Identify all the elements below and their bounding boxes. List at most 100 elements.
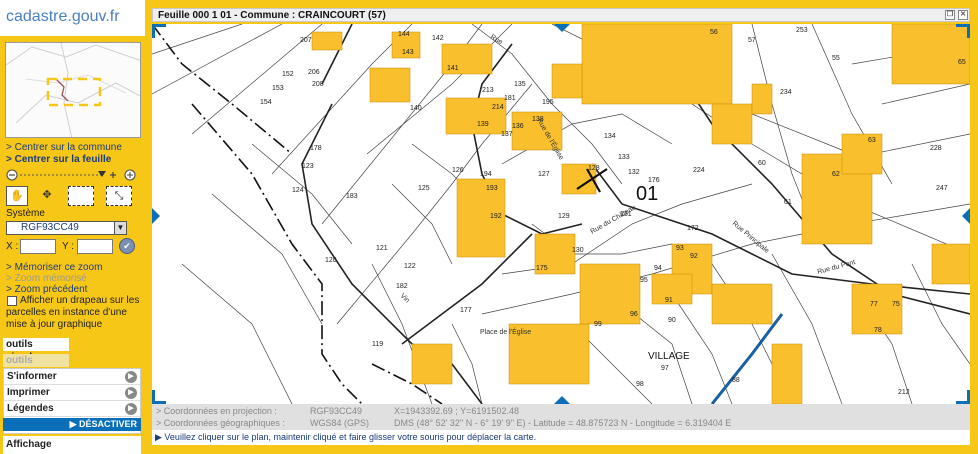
tool-inform[interactable]: S'informer ▶ <box>4 369 140 385</box>
systeme-select[interactable]: RGF93CC49 ▼ <box>6 221 127 235</box>
parcel-number: 94 <box>654 265 662 272</box>
geo-values: DMS (48° 52' 32'' N - 6° 19' 9'' E) - La… <box>394 418 732 428</box>
zoom-box-icon[interactable] <box>68 186 94 206</box>
zoom-extent-icon[interactable]: ⤡ <box>106 186 132 206</box>
tool-inform-label: S'informer <box>7 371 57 382</box>
parcel-number: 142 <box>432 35 444 42</box>
projection-coordinates: > Coordonnées en projection : RGF93CC49 X=… <box>156 406 519 416</box>
geo-system: WGS84 (GPS) <box>310 418 370 428</box>
parcel-number: 60 <box>758 160 766 167</box>
sheet-title-bar: Feuille 000 1 01 - Commune : CRAINCOURT … <box>152 8 970 22</box>
restore-window-icon[interactable]: ❐ <box>945 10 955 20</box>
street-name: Rue du Château <box>590 204 638 236</box>
parcel-number: 182 <box>396 283 408 290</box>
parcel-number: 137 <box>501 131 513 138</box>
parcel-number: 152 <box>282 71 294 78</box>
parcel-number: 126 <box>452 167 464 174</box>
center-commune-link[interactable]: > Centrer sur la commune <box>6 142 122 153</box>
hand-pan-icon[interactable]: ✋ <box>6 186 28 206</box>
memorized-zoom-link: > Zoom mémorisé <box>6 273 87 284</box>
map-corner-bottom-left <box>152 390 166 404</box>
display-panel: Affichage <box>3 436 141 454</box>
tool-print-label: Imprimer <box>7 387 50 398</box>
cadastral-map[interactable]: 207 206 208 152 153 154 144 142 143 141 … <box>152 24 970 404</box>
play-icon: ▶ <box>125 371 137 383</box>
parcel-number: 56 <box>710 29 718 36</box>
drag-hint: ▶ Veuillez cliquer sur le plan, mainteni… <box>152 430 970 445</box>
play-icon: ▶ <box>125 387 137 399</box>
y-coordinate-input[interactable] <box>77 239 113 254</box>
parcel-number: 144 <box>398 31 410 38</box>
parcel-number: 208 <box>312 81 324 88</box>
zoom-slider-graphic <box>6 169 136 181</box>
parcel-number: 136 <box>512 123 524 130</box>
parcel-number: 135 <box>514 81 526 88</box>
tab-simple-tools[interactable]: outils simples <box>3 338 69 363</box>
map-corner-top-left <box>152 24 166 38</box>
parcel-number: 125 <box>418 185 430 192</box>
parcel-number: 124 <box>292 187 304 194</box>
parcel-number: 129 <box>558 213 570 220</box>
parcel-number: 192 <box>490 213 502 220</box>
parcel-number: 61 <box>784 199 792 206</box>
parcel-number: 139 <box>477 121 489 128</box>
sheet-label: 01 <box>636 183 658 205</box>
parcel-number: 175 <box>536 265 548 272</box>
parcel-number: 88 <box>732 377 740 384</box>
parcel-number: 181 <box>504 95 516 102</box>
parcel-number: 195 <box>542 99 554 106</box>
projection-label: > Coordonnées en projection : <box>156 406 277 416</box>
y-label: Y : <box>62 241 75 252</box>
overview-map[interactable] <box>5 42 141 138</box>
parcel-number: 213 <box>482 87 494 94</box>
parcel-number: 178 <box>310 145 322 152</box>
parcel-number: 123 <box>302 163 314 170</box>
logo[interactable]: cadastre.gouv.fr <box>6 8 120 26</box>
pan-right-arrow-icon[interactable] <box>962 208 970 224</box>
street-name: Rue Principale <box>731 220 770 255</box>
parcel-number: 140 <box>410 105 422 112</box>
parcel-number: 77 <box>870 301 878 308</box>
village-label: VILLAGE <box>648 351 690 362</box>
parcel-number: 57 <box>748 37 756 44</box>
parcel-number: 63 <box>868 137 876 144</box>
parcel-number: 172 <box>687 225 699 232</box>
geographic-coordinates: > Coordonnées géographiques : WGS84 (GPS)… <box>156 418 731 428</box>
tool-legends-label: Légendes <box>7 403 54 414</box>
parcel-number: 98 <box>636 381 644 388</box>
parcel-number: 128 <box>588 165 600 172</box>
parcel-number: 153 <box>272 85 284 92</box>
check-icon[interactable]: ✔ <box>119 238 135 254</box>
parcel-number: 96 <box>630 311 638 318</box>
tool-legends[interactable]: Légendes ▶ <box>4 401 140 417</box>
center-sheet-link[interactable]: > Centrer sur la feuille <box>6 154 111 165</box>
parcel-number: 121 <box>376 245 388 252</box>
parcel-number: 177 <box>460 307 472 314</box>
play-icon: ▶ <box>125 403 137 415</box>
deactivate-button[interactable]: ▶ DÉSACTIVER <box>3 418 141 431</box>
pan-left-arrow-icon[interactable] <box>152 208 160 224</box>
memorize-zoom-link[interactable]: > Mémoriser ce zoom <box>6 262 102 273</box>
parcel-number: 132 <box>628 169 640 176</box>
x-coordinate-input[interactable] <box>20 239 56 254</box>
parcel-number: 65 <box>958 59 966 66</box>
parcel-number: 247 <box>936 185 948 192</box>
parcel-number: 91 <box>665 297 673 304</box>
chevron-down-icon: ▼ <box>114 222 126 234</box>
zoom-slider[interactable] <box>6 168 138 182</box>
coordinates-bar: > Coordonnées en projection : RGF93CC49 X=… <box>152 404 970 430</box>
close-window-icon[interactable]: ✕ <box>958 10 968 20</box>
tool-print[interactable]: Imprimer ▶ <box>4 385 140 401</box>
parcel-number: 133 <box>618 154 630 161</box>
sheet-title: Feuille 000 1 01 - Commune : CRAINCOURT … <box>158 10 386 21</box>
parcel-number: 234 <box>780 89 792 96</box>
tab-advanced-tools[interactable]: outils avancés <box>3 354 69 379</box>
parcel-number: 93 <box>676 245 684 252</box>
parcel-number: 119 <box>372 341 383 348</box>
pan-down-arrow-icon[interactable] <box>554 396 570 404</box>
x-label: X : <box>6 241 19 252</box>
move-arrows-icon[interactable]: ✥ <box>36 186 58 206</box>
previous-zoom-link[interactable]: > Zoom précédent <box>6 284 87 295</box>
pan-up-arrow-icon[interactable] <box>554 24 570 32</box>
parcel-number: 193 <box>486 185 498 192</box>
